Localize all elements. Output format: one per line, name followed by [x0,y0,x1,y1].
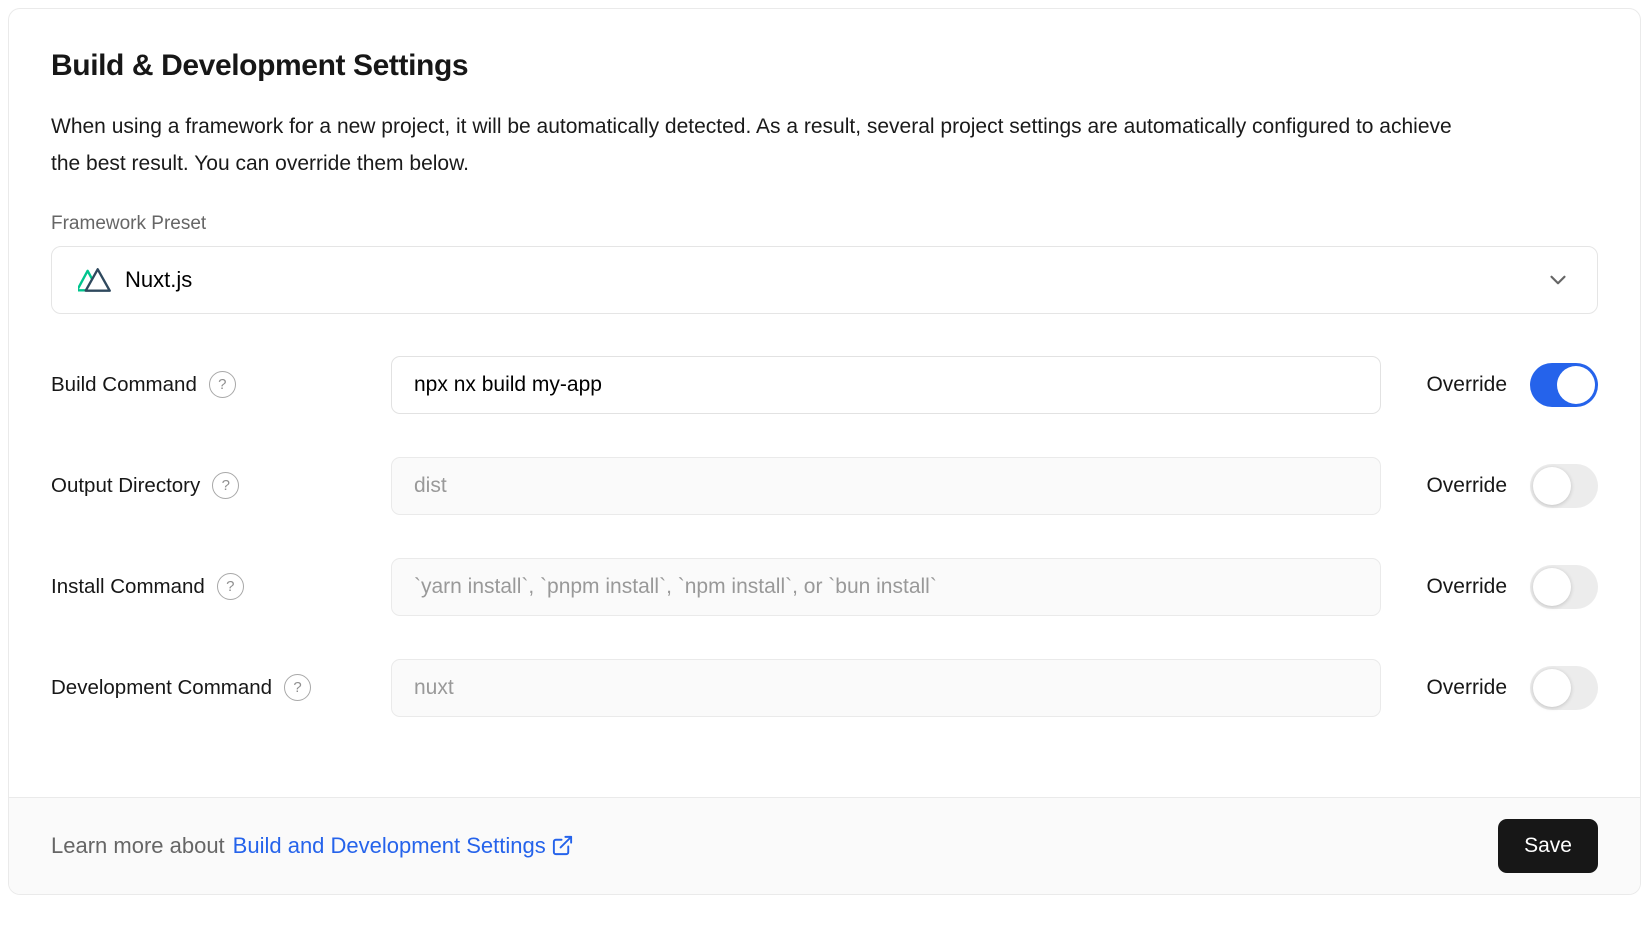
setting-row-label: Install Command ? [51,573,391,600]
override-control: Override [1426,565,1598,609]
override-toggle[interactable] [1530,363,1598,407]
chevron-down-icon [1545,267,1571,293]
setting-label-text: Install Command [51,575,205,599]
setting-input-wrap [391,659,1381,717]
build-settings-card: Build & Development Settings When using … [8,8,1641,895]
external-link-icon [551,834,574,857]
learn-more-text: Learn more about Build and Development S… [51,833,574,859]
setting-input-wrap [391,356,1381,414]
setting-input-wrap [391,457,1381,515]
setting-input-wrap [391,558,1381,616]
override-control: Override [1426,363,1598,407]
framework-preset-select[interactable]: Nuxt.js [51,246,1598,314]
toggle-knob [1533,467,1571,505]
build-settings-docs-link[interactable]: Build and Development Settings [233,833,574,859]
setting-label-text: Development Command [51,676,272,700]
setting-input[interactable] [391,356,1381,414]
setting-row-label: Development Command ? [51,674,391,701]
docs-link-label: Build and Development Settings [233,833,546,859]
override-toggle[interactable] [1530,565,1598,609]
card-footer: Learn more about Build and Development S… [9,797,1640,894]
card-body: Build & Development Settings When using … [9,9,1640,797]
override-label: Override [1426,575,1507,599]
override-control: Override [1426,666,1598,710]
toggle-knob [1533,669,1571,707]
page-title: Build & Development Settings [51,49,1598,83]
framework-preset-label: Framework Preset [51,213,1598,235]
override-control: Override [1426,464,1598,508]
setting-label-text: Build Command [51,373,197,397]
setting-row: Install Command ? Override [51,558,1598,616]
setting-input[interactable] [391,457,1381,515]
setting-row: Build Command ? Override [51,356,1598,414]
card-description: When using a framework for a new project… [51,109,1461,183]
override-toggle[interactable] [1530,666,1598,710]
setting-row-label: Output Directory ? [51,472,391,499]
toggle-knob [1557,366,1595,404]
setting-row: Output Directory ? Override [51,457,1598,515]
override-label: Override [1426,676,1507,700]
question-mark-circle-icon[interactable]: ? [217,573,244,600]
settings-rows: Build Command ? Override Output Director… [51,356,1598,717]
setting-row-label: Build Command ? [51,371,391,398]
setting-row: Development Command ? Override [51,659,1598,717]
setting-input[interactable] [391,659,1381,717]
setting-label-text: Output Directory [51,474,200,498]
question-mark-circle-icon[interactable]: ? [284,674,311,701]
save-button[interactable]: Save [1498,819,1598,873]
nuxt-logo-icon [78,267,111,293]
override-toggle[interactable] [1530,464,1598,508]
learn-more-prefix: Learn more about [51,833,225,859]
question-mark-circle-icon[interactable]: ? [209,371,236,398]
override-label: Override [1426,474,1507,498]
override-label: Override [1426,373,1507,397]
question-mark-circle-icon[interactable]: ? [212,472,239,499]
toggle-knob [1533,568,1571,606]
framework-preset-value: Nuxt.js [125,267,1531,293]
setting-input[interactable] [391,558,1381,616]
